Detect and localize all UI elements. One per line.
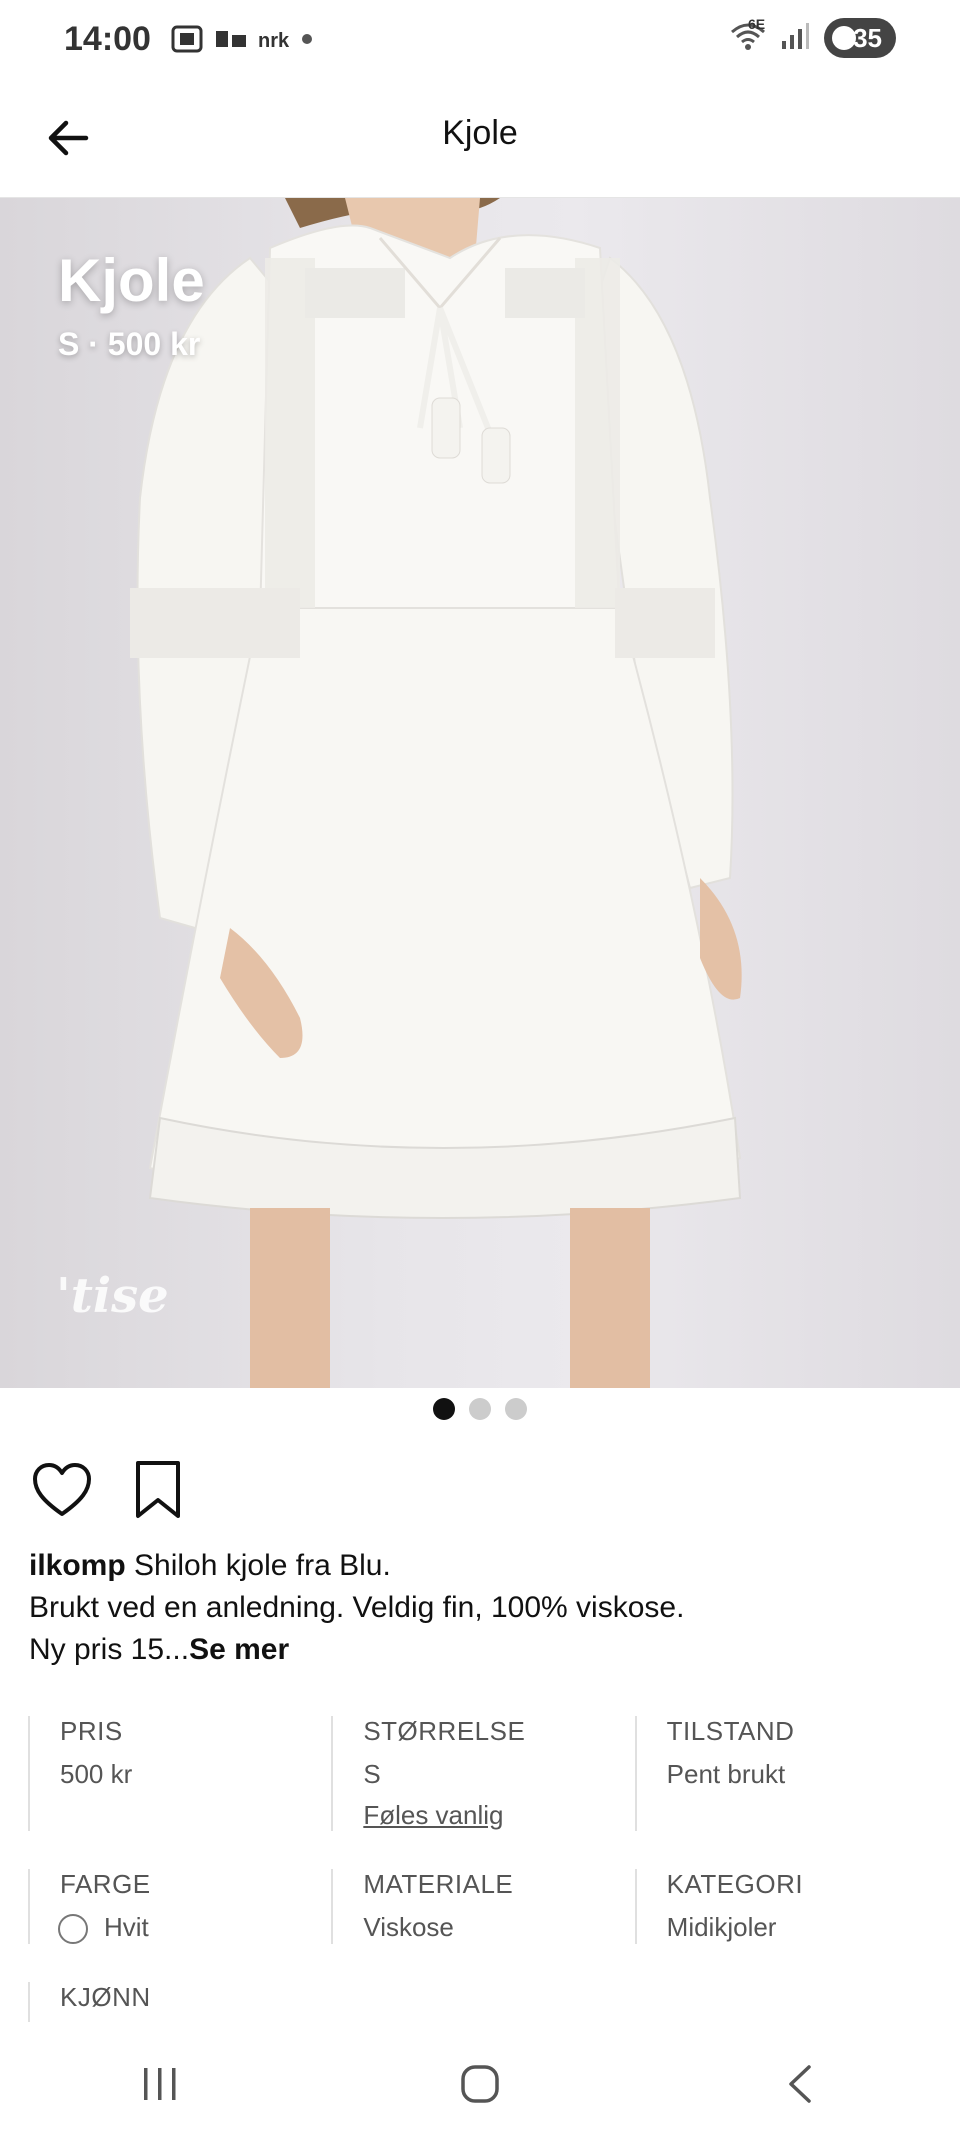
heart-icon [33, 1463, 91, 1516]
carousel-dot-1[interactable] [433, 1398, 455, 1420]
attr-gender: KJØNN [28, 1982, 348, 2023]
image-overlay-title: Kjole [58, 247, 205, 314]
description-text-1: Shiloh kjole fra Blu. [125, 1549, 391, 1582]
signal-icon [780, 21, 810, 56]
attr-color: FARGE Hvit [28, 1869, 331, 1945]
screenshot-icon [170, 22, 204, 61]
status-icons-right: 6E 35 [730, 16, 896, 58]
see-more-link[interactable]: Se mer [189, 1633, 289, 1666]
app-bar: Kjole [0, 78, 960, 198]
attributes-row-1: PRIS 500 kr STØRRELSE S Føles vanlig TIL… [28, 1716, 938, 1831]
carousel-indicator [0, 1398, 960, 1420]
wifi-icon: 6E [730, 16, 766, 57]
like-button[interactable] [30, 1458, 94, 1522]
seller-username[interactable]: ilkomp [29, 1549, 126, 1582]
attr-color-value: Hvit [104, 1912, 149, 1942]
tise-watermark-text: tise [70, 1268, 169, 1324]
description-line-3: Ny pris 15...Se mer [29, 1629, 929, 1671]
description-line-2: Brukt ved en anledning. Veldig fin, 100%… [29, 1591, 685, 1624]
attr-color-label: FARGE [60, 1869, 151, 1899]
color-swatch [58, 1914, 88, 1945]
system-nav-bar [0, 2035, 960, 2133]
action-row [30, 1458, 190, 1522]
attr-size: STØRRELSE S Føles vanlig [331, 1716, 634, 1831]
status-bar: 14:00 nrk 6E 35 [0, 0, 960, 78]
attr-category: KATEGORI Midikjoler [634, 1869, 938, 1945]
description-line-1: ilkomp Shiloh kjole fra Blu. [29, 1545, 929, 1587]
attributes-row-3: KJØNN [28, 1982, 938, 2023]
attr-material-value: Viskose [363, 1912, 454, 1942]
save-button[interactable] [126, 1458, 190, 1522]
product-image [130, 198, 742, 1388]
page-title: Kjole [442, 114, 518, 152]
attr-material: MATERIALE Viskose [331, 1869, 634, 1945]
attr-condition-value: Pent brukt [666, 1759, 786, 1789]
attr-condition: TILSTAND Pent brukt [634, 1716, 938, 1831]
battery-saver-icon [832, 26, 856, 50]
attr-size-label: STØRRELSE [363, 1716, 526, 1746]
battery-level: 35 [853, 22, 882, 53]
battery-indicator: 35 [824, 18, 896, 58]
status-time: 14:00 [64, 20, 151, 58]
system-back-button[interactable] [760, 2054, 840, 2114]
listing-description: ilkomp Shiloh kjole fra Blu. Brukt ved e… [29, 1545, 929, 1671]
recents-button[interactable] [120, 2054, 200, 2114]
home-button[interactable] [440, 2054, 520, 2114]
attr-price-label: PRIS [60, 1716, 123, 1746]
attributes-grid: PRIS 500 kr STØRRELSE S Føles vanlig TIL… [28, 1716, 938, 2060]
size-fit-link[interactable]: Føles vanlig [363, 1800, 634, 1831]
attr-category-value: Midikjoler [666, 1912, 777, 1942]
image-overlay-subtitle: S · 500 kr [58, 326, 201, 362]
attr-price-value: 500 kr [60, 1759, 133, 1789]
carousel-dot-3[interactable] [505, 1398, 527, 1420]
attr-price: PRIS 500 kr [28, 1716, 331, 1831]
product-image-carousel[interactable]: Kjole S · 500 kr 'tise [0, 198, 960, 1388]
home-icon [461, 2065, 499, 2103]
bookmark-icon [136, 1461, 180, 1518]
network-label: 6E [748, 15, 766, 32]
attr-category-label: KATEGORI [666, 1869, 804, 1899]
back-chevron-icon [789, 2065, 811, 2103]
attr-condition-label: TILSTAND [666, 1716, 795, 1746]
description-text-3: Ny pris 15... [29, 1633, 190, 1666]
attr-color-value-wrap: Hvit [58, 1912, 331, 1945]
recents-icon [144, 2068, 176, 2100]
carousel-dot-2[interactable] [469, 1398, 491, 1420]
notification-icon [214, 27, 248, 56]
attr-material-label: MATERIALE [363, 1869, 514, 1899]
status-icons-left: nrk [170, 22, 315, 61]
nrk-app-icon: nrk [258, 30, 290, 52]
dot-indicator [299, 31, 315, 52]
tise-watermark: 'tise [56, 1268, 169, 1324]
attributes-row-2: FARGE Hvit MATERIALE Viskose KATEGORI Mi… [28, 1869, 938, 1945]
attr-gender-label: KJØNN [60, 1982, 151, 2013]
attr-size-value: S [363, 1759, 381, 1789]
